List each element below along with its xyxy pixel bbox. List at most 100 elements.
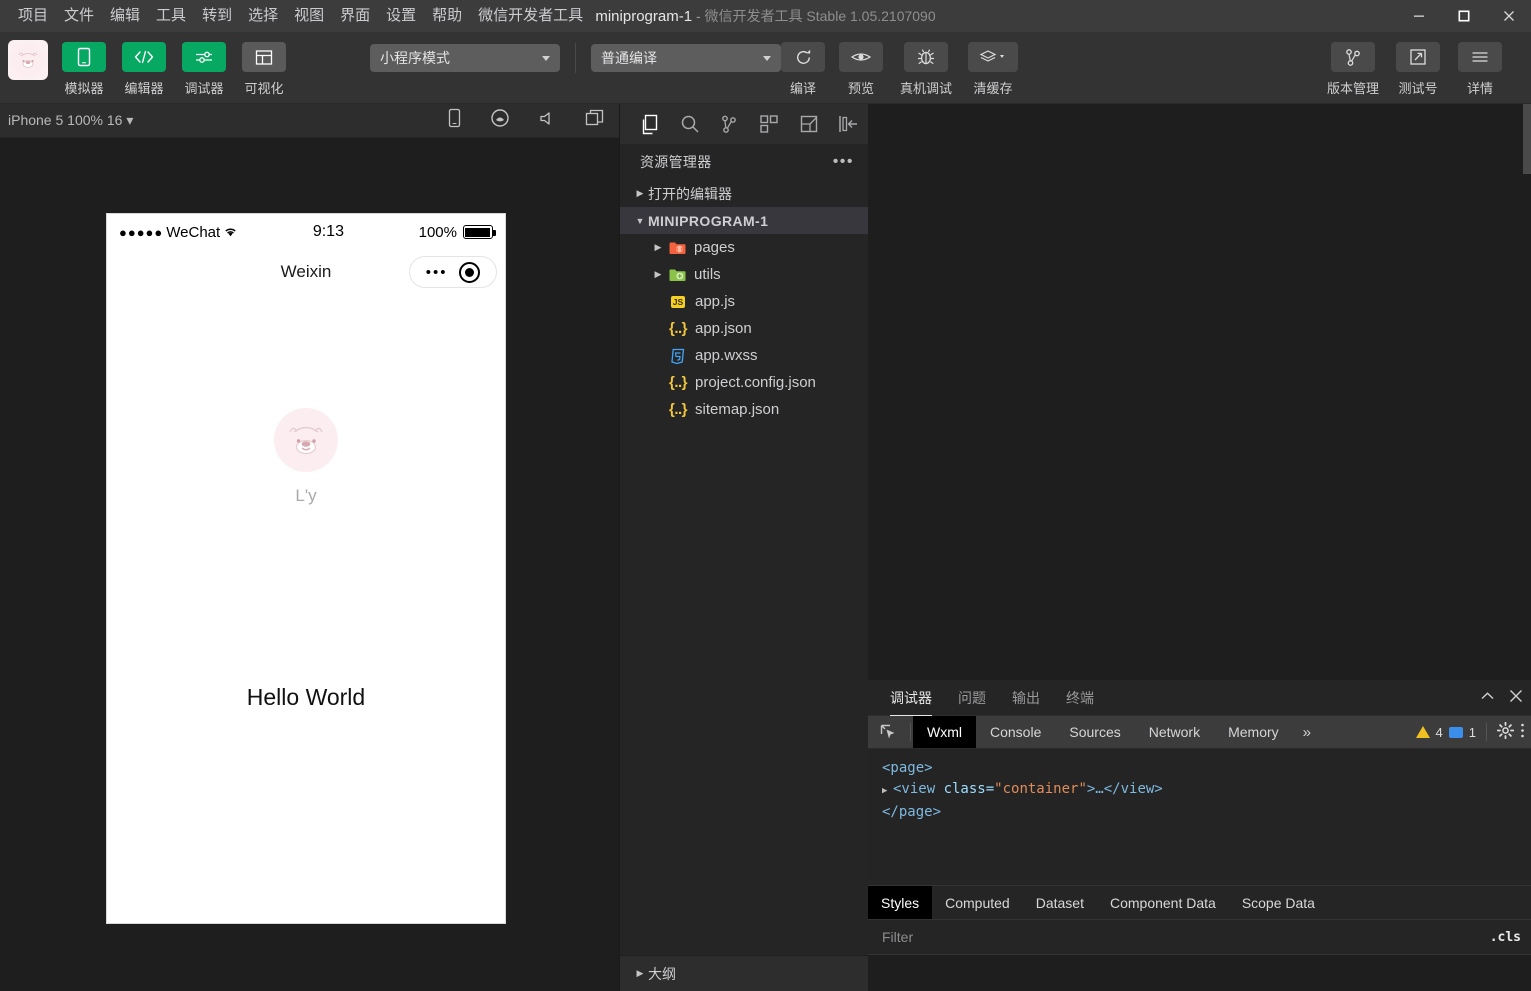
menu-微信开发者工具[interactable]: 微信开发者工具 xyxy=(470,3,591,29)
toolbar-button-simulator[interactable]: 模拟器 xyxy=(56,42,112,97)
toolbar-button-clear-cache[interactable]: 清缓存 xyxy=(963,42,1023,97)
close-icon[interactable] xyxy=(1509,689,1523,708)
explorer-sidebar: 资源管理器 ••• ▶ 打开的编辑器 ▼ MINIPROGRAM-1 ▶ pag… xyxy=(619,104,869,991)
wxml-line-page-close[interactable]: </page> xyxy=(882,802,1531,823)
menu-项目[interactable]: 项目 xyxy=(10,3,56,29)
styles-tab-component-data[interactable]: Component Data xyxy=(1097,886,1229,919)
menu-编辑[interactable]: 编辑 xyxy=(102,3,148,29)
compile-mode-select[interactable]: 普通编译 xyxy=(591,44,781,72)
cls-button[interactable]: .cls xyxy=(1490,930,1521,945)
toolbar-label-compile: 编译 xyxy=(789,81,816,96)
simulator-toolbar: iPhone 5 100% 16 ▾ xyxy=(0,104,619,138)
toolbar-button-test-account[interactable]: 测试号 xyxy=(1390,42,1446,97)
devtools-tab-memory[interactable]: Memory xyxy=(1214,716,1293,748)
filter-input[interactable]: Filter xyxy=(882,929,913,945)
menu-bar: 项目 文件 编辑 工具 转到 选择 视图 界面 设置 帮助 微信开发者工具 xyxy=(0,0,591,32)
panel-tab-debugger[interactable]: 调试器 xyxy=(890,680,932,716)
expand-triangle-icon[interactable]: ▶ xyxy=(882,781,891,802)
toolbar-button-version-control[interactable]: 版本管理 xyxy=(1322,42,1384,97)
styles-tab-dataset[interactable]: Dataset xyxy=(1023,886,1097,919)
chevron-up-icon[interactable] xyxy=(1480,689,1495,707)
capsule-menu[interactable]: ••• xyxy=(409,256,497,288)
toolbar-button-preview[interactable]: 预览 xyxy=(833,42,889,97)
search-icon[interactable] xyxy=(670,104,710,144)
main-toolbar: 模拟器 编辑器 调试器 可视化 小程序模式 普通编译 编译 预览 真机调试 清缓… xyxy=(0,32,1531,104)
outline-section[interactable]: ▶ 大纲 xyxy=(620,955,869,991)
toolbar-button-editor[interactable]: 编辑器 xyxy=(116,42,172,97)
menu-设置[interactable]: 设置 xyxy=(378,3,424,29)
tree-item-sitemap-json-label: sitemap.json xyxy=(695,401,780,418)
tree-section-open-editors[interactable]: ▶ 打开的编辑器 xyxy=(620,180,868,207)
devtools-tab-console[interactable]: Console xyxy=(976,716,1055,748)
toolbar-label-editor: 编辑器 xyxy=(124,81,164,96)
bear-avatar-icon[interactable] xyxy=(8,40,48,80)
json-file-icon: {..} xyxy=(668,374,688,391)
source-control-icon[interactable] xyxy=(709,104,749,144)
user-info-block: L'y xyxy=(107,408,505,506)
phone-nav-bar: Weixin ••• xyxy=(107,250,505,294)
tree-item-app-js[interactable]: JS app.js xyxy=(620,288,868,315)
wxml-panel-icon[interactable] xyxy=(789,104,829,144)
tree-item-app-json[interactable]: {..} app.json xyxy=(620,315,868,342)
tree-section-project-label: MINIPROGRAM-1 xyxy=(648,212,769,229)
collapse-sidebar-icon[interactable] xyxy=(828,104,868,144)
devtools-tab-wxml[interactable]: Wxml xyxy=(913,716,976,748)
inspect-element-icon[interactable] xyxy=(868,716,908,748)
toolbar-view-buttons: 模拟器 编辑器 调试器 可视化 xyxy=(56,42,292,97)
styles-tab-styles[interactable]: Styles xyxy=(868,886,933,919)
wxml-line-view[interactable]: ▶ <view class="container">…</view> xyxy=(882,779,1531,802)
tree-item-pages[interactable]: ▶ pages xyxy=(620,234,868,261)
devtools-tab-sources[interactable]: Sources xyxy=(1055,716,1134,748)
warning-icon xyxy=(1415,726,1430,738)
panel-tab-problems[interactable]: 问题 xyxy=(958,680,986,716)
toolbar-button-compile[interactable]: 编译 xyxy=(775,42,831,97)
toolbar-button-device-debug[interactable]: 真机调试 xyxy=(891,42,961,97)
panel-tab-terminal[interactable]: 终端 xyxy=(1066,680,1094,716)
multi-window-icon[interactable] xyxy=(585,109,605,132)
toolbar-label-details: 详情 xyxy=(1466,81,1493,96)
files-icon[interactable] xyxy=(630,104,670,144)
devtools-tab-overflow[interactable]: » xyxy=(1293,716,1321,748)
menu-工具[interactable]: 工具 xyxy=(148,3,194,29)
tree-section-project[interactable]: ▼ MINIPROGRAM-1 xyxy=(620,207,868,234)
chevron-right-icon: ▶ xyxy=(636,188,644,198)
phone-page-content: L'y Hello World xyxy=(107,294,505,923)
minimize-button[interactable] xyxy=(1396,0,1441,32)
close-button[interactable] xyxy=(1486,0,1531,32)
styles-tab-computed[interactable]: Computed xyxy=(932,886,1023,919)
menu-文件[interactable]: 文件 xyxy=(56,3,102,29)
panel-tab-output[interactable]: 输出 xyxy=(1012,680,1040,716)
tree-item-sitemap-json[interactable]: {..} sitemap.json xyxy=(620,396,868,423)
extensions-icon[interactable] xyxy=(749,104,789,144)
wxml-line-page-open[interactable]: <page> xyxy=(882,758,1531,779)
maximize-button[interactable] xyxy=(1441,0,1486,32)
tree-item-project-config-json[interactable]: {..} project.config.json xyxy=(620,369,868,396)
toolbar-button-details[interactable]: 详情 xyxy=(1452,42,1508,97)
menu-帮助[interactable]: 帮助 xyxy=(424,3,470,29)
toolbar-button-visualization[interactable]: 可视化 xyxy=(236,42,292,97)
explorer-more-actions[interactable]: ••• xyxy=(833,153,854,171)
tree-item-utils[interactable]: ▶ utils xyxy=(620,261,868,288)
menu-界面[interactable]: 界面 xyxy=(332,3,378,29)
wxml-view-tag: <view xyxy=(893,781,944,797)
styles-tab-scope-data[interactable]: Scope Data xyxy=(1229,886,1328,919)
mode-select[interactable]: 小程序模式 xyxy=(370,44,560,72)
editor-scrollbar[interactable] xyxy=(1523,104,1531,991)
menu-选择[interactable]: 选择 xyxy=(240,3,286,29)
simulator-toolbar-icons xyxy=(447,108,605,133)
record-icon[interactable] xyxy=(490,108,510,133)
phone-outline-icon[interactable] xyxy=(447,108,462,133)
window-title-dash: - xyxy=(695,7,701,24)
bear-avatar-icon[interactable] xyxy=(274,408,338,472)
menu-视图[interactable]: 视图 xyxy=(286,3,332,29)
toolbar-button-debugger[interactable]: 调试器 xyxy=(176,42,232,97)
outline-label: 大纲 xyxy=(648,965,676,982)
device-selector[interactable]: iPhone 5 100% 16 ▾ xyxy=(8,112,133,129)
panel-controls xyxy=(1480,680,1523,716)
devtools-panel: 调试器 问题 输出 终端 Wxml Console Sources Networ… xyxy=(868,680,1531,991)
settings-gear-icon[interactable] xyxy=(1496,721,1515,742)
devtools-tab-network[interactable]: Network xyxy=(1135,716,1214,748)
tree-item-app-wxss[interactable]: app.wxss xyxy=(620,342,868,369)
menu-转到[interactable]: 转到 xyxy=(194,3,240,29)
sound-icon[interactable] xyxy=(538,110,557,132)
